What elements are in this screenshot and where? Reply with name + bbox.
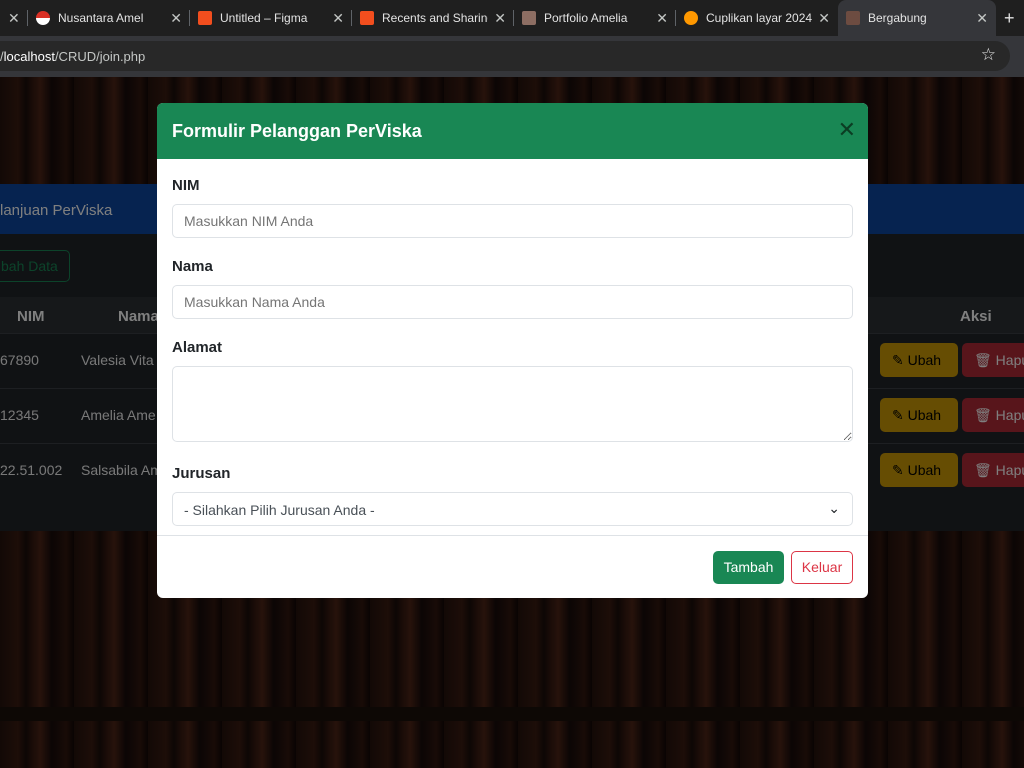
close-tab-icon[interactable]: ✕	[332, 10, 344, 27]
modal-footer: Tambah Keluar	[157, 535, 868, 598]
browser-tab[interactable]: Nusantara Amel ✕	[28, 0, 190, 36]
tab-title: Bergabung	[868, 11, 927, 25]
browser-tab[interactable]: Untitled – Figma ✕	[190, 0, 352, 36]
new-tab-icon[interactable]: +	[1004, 8, 1015, 29]
image-favicon-icon	[684, 11, 698, 25]
portrait-favicon-icon	[522, 11, 536, 25]
omnibox[interactable]	[0, 41, 1010, 71]
jurusan-label: Jurusan	[172, 465, 231, 482]
close-tab-icon[interactable]: ✕	[494, 10, 506, 27]
modal-body: NIM Nama Alamat Jurusan - Silahkan Pilih…	[157, 159, 868, 526]
flag-favicon-icon	[36, 11, 50, 25]
books-favicon-icon	[846, 11, 860, 25]
jurusan-select[interactable]: - Silahkan Pilih Jurusan Anda - ⌄	[172, 492, 853, 526]
browser-tab-active[interactable]: Bergabung ✕	[838, 0, 996, 36]
tab-title: Nusantara Amel	[58, 11, 144, 25]
bookmark-star-icon[interactable]: ☆	[981, 45, 996, 65]
browser-tab[interactable]: Cuplikan layar 2024-0 ✕	[676, 0, 838, 36]
nim-label: NIM	[172, 177, 200, 194]
customer-form-modal: Formulir Pelanggan PerViska ✕ NIM Nama A…	[157, 103, 868, 598]
alamat-textarea[interactable]	[172, 366, 853, 442]
close-tab-icon[interactable]: ✕	[170, 10, 182, 27]
tab-title: Recents and Sharing	[382, 11, 489, 25]
nama-label: Nama	[172, 258, 213, 275]
modal-header: Formulir Pelanggan PerViska ✕	[157, 103, 868, 159]
address-bar: /localhost/CRUD/join.php ☆	[0, 36, 1024, 77]
chevron-down-icon: ⌄	[828, 500, 840, 516]
browser-tab[interactable]: ✕	[0, 0, 28, 36]
modal-title: Formulir Pelanggan PerViska	[172, 120, 422, 141]
tab-title: Portfolio Amelia	[544, 11, 628, 25]
figma-favicon-icon	[198, 11, 212, 25]
url-text[interactable]: /localhost/CRUD/join.php	[0, 49, 145, 64]
close-tab-icon[interactable]: ✕	[656, 10, 668, 27]
nama-input[interactable]	[172, 285, 853, 319]
tab-title: Untitled – Figma	[220, 11, 308, 25]
tambah-button[interactable]: Tambah	[713, 551, 784, 584]
browser-tab-bar: ✕ Nusantara Amel ✕ Untitled – Figma ✕ Re…	[0, 0, 1024, 36]
close-icon[interactable]: ✕	[838, 119, 856, 141]
alamat-label: Alamat	[172, 339, 223, 356]
figma-favicon-icon	[360, 11, 374, 25]
close-tab-icon[interactable]: ✕	[8, 10, 20, 27]
nim-input[interactable]	[172, 204, 853, 238]
tab-title: Cuplikan layar 2024-0	[706, 11, 813, 25]
jurusan-selected-value: - Silahkan Pilih Jurusan Anda -	[184, 502, 375, 518]
keluar-button[interactable]: Keluar	[791, 551, 853, 584]
browser-tab[interactable]: Recents and Sharing ✕	[352, 0, 514, 36]
close-tab-icon[interactable]: ✕	[976, 10, 988, 27]
close-tab-icon[interactable]: ✕	[818, 10, 830, 27]
browser-tab[interactable]: Portfolio Amelia ✕	[514, 0, 676, 36]
